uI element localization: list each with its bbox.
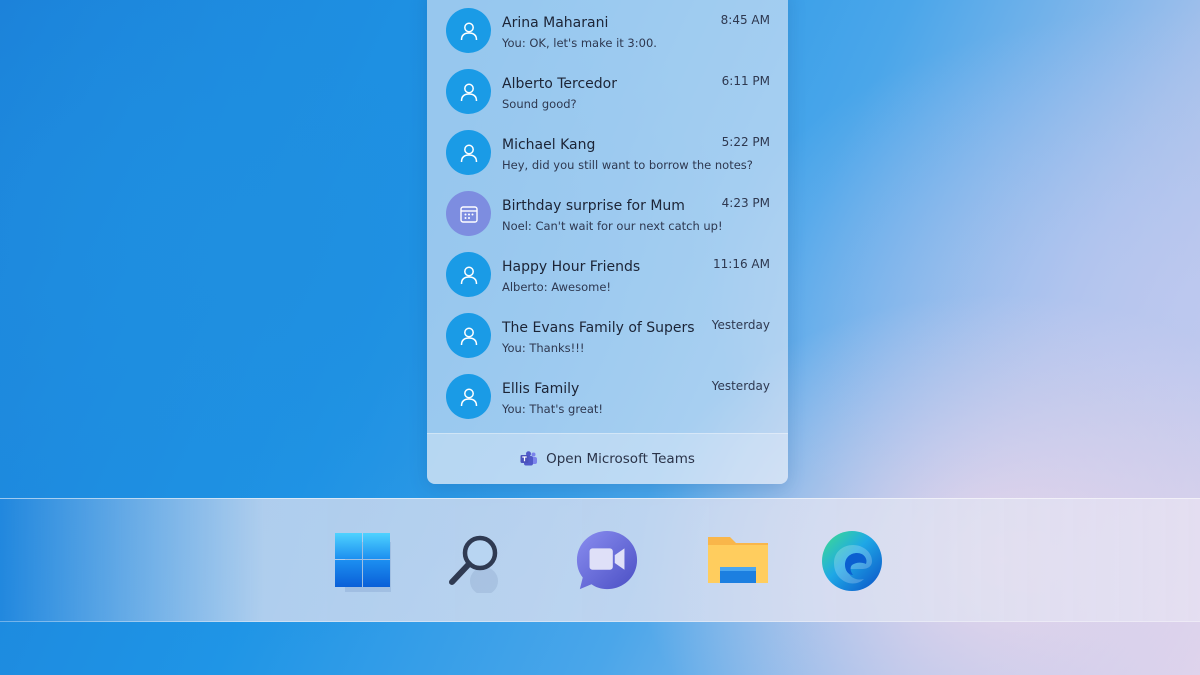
person-icon — [460, 266, 477, 284]
person-icon — [460, 388, 477, 406]
avatar — [446, 191, 491, 236]
chat-time: Yesterday — [711, 379, 770, 393]
chat-item[interactable]: Alberto Tercedor Sound good? 6:11 PM — [427, 61, 788, 122]
chat-time: 5:22 PM — [721, 135, 770, 149]
chat-name: Alberto Tercedor — [502, 76, 617, 92]
avatar — [446, 130, 491, 175]
edge-button[interactable] — [820, 529, 884, 593]
search-icon — [449, 535, 498, 593]
calendar-icon — [459, 205, 478, 223]
chat-name: Arina Maharani — [502, 15, 609, 31]
start-button[interactable] — [329, 529, 393, 593]
chat-preview: You: Thanks!!! — [502, 341, 585, 355]
chat-item[interactable]: The Evans Family of Supers You: Thanks!!… — [427, 305, 788, 366]
chat-preview: Alberto: Awesome! — [502, 280, 612, 294]
chat-preview: Sound good? — [502, 97, 577, 111]
chat-item[interactable]: Happy Hour Friends Alberto: Awesome! 11:… — [427, 244, 788, 305]
chat-time: 6:11 PM — [721, 74, 770, 88]
chat-item[interactable]: Ellis Family You: That's great! Yesterda… — [427, 366, 788, 427]
file-explorer-button[interactable] — [706, 529, 770, 593]
taskbar — [0, 498, 1200, 622]
avatar — [446, 252, 491, 297]
chat-time: 11:16 AM — [713, 257, 770, 271]
chat-icon — [576, 530, 638, 590]
file-explorer-icon — [708, 537, 768, 583]
chat-preview: You: OK, let's make it 3:00. — [502, 36, 657, 50]
open-teams-label: Open Microsoft Teams — [546, 451, 695, 467]
search-button[interactable] — [444, 529, 508, 593]
chat-flyout: Arina Maharani You: OK, let's make it 3:… — [427, 0, 788, 484]
chat-item[interactable]: Michael Kang Hey, did you still want to … — [427, 122, 788, 183]
person-icon — [460, 327, 477, 345]
avatar — [446, 374, 491, 419]
start-icon — [335, 533, 391, 592]
desktop: Arina Maharani You: OK, let's make it 3:… — [0, 0, 1200, 675]
avatar — [446, 313, 491, 358]
teams-icon — [520, 451, 538, 466]
chat-list: Arina Maharani You: OK, let's make it 3:… — [427, 0, 788, 423]
chat-preview: You: That's great! — [502, 402, 604, 416]
chat-name: The Evans Family of Supers — [502, 320, 695, 336]
edge-icon — [822, 531, 882, 591]
chat-name: Michael Kang — [502, 137, 596, 153]
avatar — [446, 69, 491, 114]
chat-time: 8:45 AM — [720, 13, 770, 27]
avatar — [446, 8, 491, 53]
chat-name: Ellis Family — [502, 381, 580, 397]
chat-preview: Hey, did you still want to borrow the no… — [502, 158, 753, 172]
chat-name: Birthday surprise for Mum — [502, 198, 685, 214]
person-icon — [460, 144, 477, 162]
chat-name: Happy Hour Friends — [502, 259, 641, 275]
chat-item[interactable]: Birthday surprise for Mum Noel: Can't wa… — [427, 183, 788, 244]
chat-item[interactable]: Arina Maharani You: OK, let's make it 3:… — [427, 0, 788, 61]
person-icon — [460, 22, 477, 40]
chat-time: 4:23 PM — [721, 196, 770, 210]
chat-button[interactable] — [575, 529, 639, 593]
chat-time: Yesterday — [711, 318, 770, 332]
person-icon — [460, 83, 477, 101]
open-teams-button[interactable]: Open Microsoft Teams — [427, 433, 788, 484]
chat-preview: Noel: Can't wait for our next catch up! — [502, 219, 723, 233]
